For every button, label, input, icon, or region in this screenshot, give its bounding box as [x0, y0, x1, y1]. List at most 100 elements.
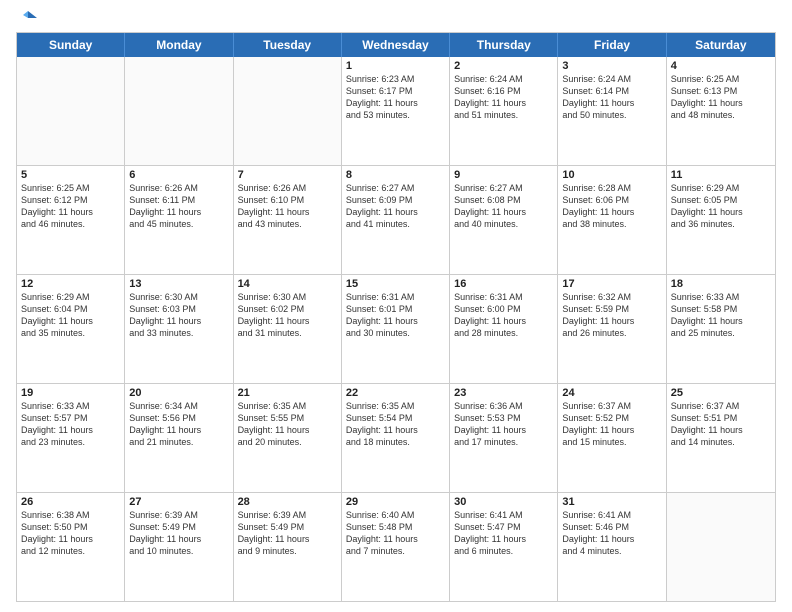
calendar-cell-24: 24Sunrise: 6:37 AM Sunset: 5:52 PM Dayli… [558, 384, 666, 492]
calendar-row-2: 12Sunrise: 6:29 AM Sunset: 6:04 PM Dayli… [17, 274, 775, 383]
calendar-row-3: 19Sunrise: 6:33 AM Sunset: 5:57 PM Dayli… [17, 383, 775, 492]
calendar-cell-empty-0-0 [17, 57, 125, 165]
day-info: Sunrise: 6:30 AM Sunset: 6:02 PM Dayligh… [238, 291, 337, 340]
day-info: Sunrise: 6:25 AM Sunset: 6:13 PM Dayligh… [671, 73, 771, 122]
day-number: 19 [21, 387, 120, 399]
day-info: Sunrise: 6:25 AM Sunset: 6:12 PM Dayligh… [21, 182, 120, 231]
day-of-week-thursday: Thursday [450, 33, 558, 57]
day-number: 20 [129, 387, 228, 399]
day-number: 6 [129, 169, 228, 181]
day-info: Sunrise: 6:28 AM Sunset: 6:06 PM Dayligh… [562, 182, 661, 231]
calendar-cell-5: 5Sunrise: 6:25 AM Sunset: 6:12 PM Daylig… [17, 166, 125, 274]
calendar-cell-13: 13Sunrise: 6:30 AM Sunset: 6:03 PM Dayli… [125, 275, 233, 383]
day-number: 12 [21, 278, 120, 290]
day-info: Sunrise: 6:39 AM Sunset: 5:49 PM Dayligh… [129, 509, 228, 558]
calendar-cell-7: 7Sunrise: 6:26 AM Sunset: 6:10 PM Daylig… [234, 166, 342, 274]
calendar-cell-17: 17Sunrise: 6:32 AM Sunset: 5:59 PM Dayli… [558, 275, 666, 383]
page: SundayMondayTuesdayWednesdayThursdayFrid… [0, 0, 792, 612]
calendar-row-4: 26Sunrise: 6:38 AM Sunset: 5:50 PM Dayli… [17, 492, 775, 601]
day-info: Sunrise: 6:30 AM Sunset: 6:03 PM Dayligh… [129, 291, 228, 340]
day-number: 31 [562, 496, 661, 508]
day-number: 17 [562, 278, 661, 290]
day-info: Sunrise: 6:33 AM Sunset: 5:58 PM Dayligh… [671, 291, 771, 340]
day-number: 3 [562, 60, 661, 72]
day-number: 7 [238, 169, 337, 181]
day-number: 15 [346, 278, 445, 290]
day-number: 1 [346, 60, 445, 72]
calendar-cell-20: 20Sunrise: 6:34 AM Sunset: 5:56 PM Dayli… [125, 384, 233, 492]
day-info: Sunrise: 6:35 AM Sunset: 5:54 PM Dayligh… [346, 400, 445, 449]
calendar-cell-14: 14Sunrise: 6:30 AM Sunset: 6:02 PM Dayli… [234, 275, 342, 383]
day-info: Sunrise: 6:37 AM Sunset: 5:52 PM Dayligh… [562, 400, 661, 449]
day-number: 25 [671, 387, 771, 399]
day-number: 28 [238, 496, 337, 508]
calendar-header: SundayMondayTuesdayWednesdayThursdayFrid… [17, 33, 775, 57]
calendar-cell-26: 26Sunrise: 6:38 AM Sunset: 5:50 PM Dayli… [17, 493, 125, 601]
calendar-cell-21: 21Sunrise: 6:35 AM Sunset: 5:55 PM Dayli… [234, 384, 342, 492]
calendar-cell-4: 4Sunrise: 6:25 AM Sunset: 6:13 PM Daylig… [667, 57, 775, 165]
day-number: 4 [671, 60, 771, 72]
day-info: Sunrise: 6:29 AM Sunset: 6:04 PM Dayligh… [21, 291, 120, 340]
day-number: 23 [454, 387, 553, 399]
day-number: 5 [21, 169, 120, 181]
day-info: Sunrise: 6:27 AM Sunset: 6:08 PM Dayligh… [454, 182, 553, 231]
day-info: Sunrise: 6:41 AM Sunset: 5:46 PM Dayligh… [562, 509, 661, 558]
calendar-cell-23: 23Sunrise: 6:36 AM Sunset: 5:53 PM Dayli… [450, 384, 558, 492]
day-number: 27 [129, 496, 228, 508]
calendar-cell-28: 28Sunrise: 6:39 AM Sunset: 5:49 PM Dayli… [234, 493, 342, 601]
day-of-week-monday: Monday [125, 33, 233, 57]
calendar-cell-6: 6Sunrise: 6:26 AM Sunset: 6:11 PM Daylig… [125, 166, 233, 274]
day-info: Sunrise: 6:38 AM Sunset: 5:50 PM Dayligh… [21, 509, 120, 558]
calendar-cell-empty-0-2 [234, 57, 342, 165]
day-of-week-wednesday: Wednesday [342, 33, 450, 57]
calendar-cell-16: 16Sunrise: 6:31 AM Sunset: 6:00 PM Dayli… [450, 275, 558, 383]
calendar-cell-18: 18Sunrise: 6:33 AM Sunset: 5:58 PM Dayli… [667, 275, 775, 383]
logo-icon [17, 8, 39, 30]
calendar-cell-3: 3Sunrise: 6:24 AM Sunset: 6:14 PM Daylig… [558, 57, 666, 165]
day-info: Sunrise: 6:35 AM Sunset: 5:55 PM Dayligh… [238, 400, 337, 449]
calendar-cell-15: 15Sunrise: 6:31 AM Sunset: 6:01 PM Dayli… [342, 275, 450, 383]
day-number: 9 [454, 169, 553, 181]
day-info: Sunrise: 6:27 AM Sunset: 6:09 PM Dayligh… [346, 182, 445, 231]
day-number: 8 [346, 169, 445, 181]
day-number: 13 [129, 278, 228, 290]
day-number: 21 [238, 387, 337, 399]
day-number: 18 [671, 278, 771, 290]
day-of-week-sunday: Sunday [17, 33, 125, 57]
calendar-cell-12: 12Sunrise: 6:29 AM Sunset: 6:04 PM Dayli… [17, 275, 125, 383]
day-number: 10 [562, 169, 661, 181]
calendar-cell-11: 11Sunrise: 6:29 AM Sunset: 6:05 PM Dayli… [667, 166, 775, 274]
day-info: Sunrise: 6:23 AM Sunset: 6:17 PM Dayligh… [346, 73, 445, 122]
calendar-cell-19: 19Sunrise: 6:33 AM Sunset: 5:57 PM Dayli… [17, 384, 125, 492]
day-info: Sunrise: 6:32 AM Sunset: 5:59 PM Dayligh… [562, 291, 661, 340]
calendar-cell-30: 30Sunrise: 6:41 AM Sunset: 5:47 PM Dayli… [450, 493, 558, 601]
day-number: 29 [346, 496, 445, 508]
day-info: Sunrise: 6:39 AM Sunset: 5:49 PM Dayligh… [238, 509, 337, 558]
day-of-week-friday: Friday [558, 33, 666, 57]
calendar-cell-22: 22Sunrise: 6:35 AM Sunset: 5:54 PM Dayli… [342, 384, 450, 492]
day-info: Sunrise: 6:26 AM Sunset: 6:11 PM Dayligh… [129, 182, 228, 231]
day-of-week-tuesday: Tuesday [234, 33, 342, 57]
header [16, 10, 776, 26]
calendar-cell-empty-0-1 [125, 57, 233, 165]
calendar-row-1: 5Sunrise: 6:25 AM Sunset: 6:12 PM Daylig… [17, 165, 775, 274]
day-info: Sunrise: 6:24 AM Sunset: 6:16 PM Dayligh… [454, 73, 553, 122]
day-number: 14 [238, 278, 337, 290]
calendar-cell-1: 1Sunrise: 6:23 AM Sunset: 6:17 PM Daylig… [342, 57, 450, 165]
day-number: 26 [21, 496, 120, 508]
day-info: Sunrise: 6:33 AM Sunset: 5:57 PM Dayligh… [21, 400, 120, 449]
day-info: Sunrise: 6:29 AM Sunset: 6:05 PM Dayligh… [671, 182, 771, 231]
calendar-cell-empty-4-6 [667, 493, 775, 601]
day-info: Sunrise: 6:37 AM Sunset: 5:51 PM Dayligh… [671, 400, 771, 449]
day-info: Sunrise: 6:24 AM Sunset: 6:14 PM Dayligh… [562, 73, 661, 122]
day-number: 22 [346, 387, 445, 399]
calendar-cell-9: 9Sunrise: 6:27 AM Sunset: 6:08 PM Daylig… [450, 166, 558, 274]
day-of-week-saturday: Saturday [667, 33, 775, 57]
calendar-cell-8: 8Sunrise: 6:27 AM Sunset: 6:09 PM Daylig… [342, 166, 450, 274]
day-info: Sunrise: 6:26 AM Sunset: 6:10 PM Dayligh… [238, 182, 337, 231]
day-info: Sunrise: 6:31 AM Sunset: 6:01 PM Dayligh… [346, 291, 445, 340]
calendar-body: 1Sunrise: 6:23 AM Sunset: 6:17 PM Daylig… [17, 57, 775, 601]
day-number: 24 [562, 387, 661, 399]
logo [16, 10, 39, 26]
calendar-cell-10: 10Sunrise: 6:28 AM Sunset: 6:06 PM Dayli… [558, 166, 666, 274]
